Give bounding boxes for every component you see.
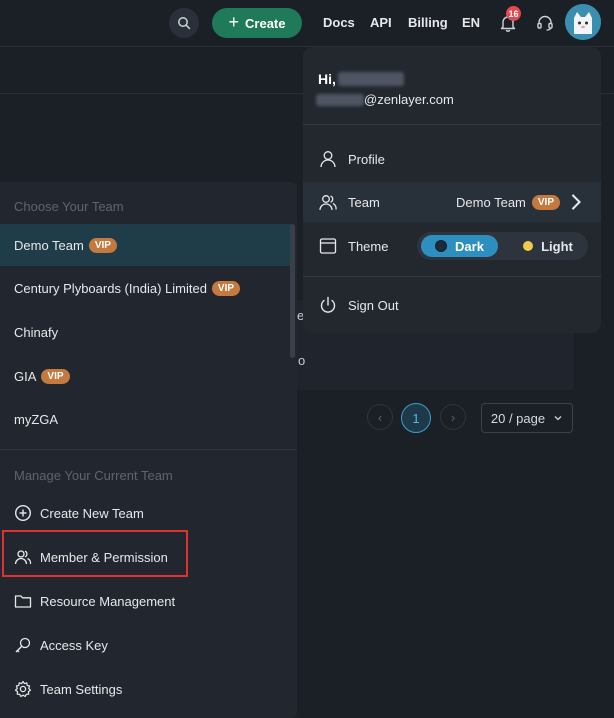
team-switcher-panel: Choose Your Team Demo Team VIP Century P… xyxy=(0,182,297,718)
notification-count-badge: 16 xyxy=(506,6,521,21)
team-settings-button[interactable]: Team Settings xyxy=(14,678,122,700)
menu-divider xyxy=(303,124,601,125)
team-option-label: Demo Team xyxy=(14,237,84,253)
team-label: Team xyxy=(348,194,380,210)
greeting: Hi, xyxy=(318,71,336,87)
headset-icon xyxy=(537,15,553,31)
page-size-value: 20 / page xyxy=(490,410,546,426)
cat-avatar-icon xyxy=(565,4,601,40)
next-page-button[interactable]: › xyxy=(440,404,466,430)
team-option-chinafy[interactable]: Chinafy xyxy=(0,311,297,353)
background-row-text: o xyxy=(298,353,306,368)
sign-out-menu-item[interactable]: Sign Out xyxy=(303,285,601,325)
user-dropdown-menu: Hi, @zenlayer.com Profile Team Demo Team… xyxy=(303,47,601,333)
key-icon xyxy=(15,637,31,653)
profile-menu-item[interactable]: Profile xyxy=(303,139,601,179)
sign-out-label: Sign Out xyxy=(348,297,399,313)
top-navigation-bar: + Create Docs API Billing EN 16 xyxy=(0,0,614,46)
moon-icon xyxy=(435,240,448,252)
vip-badge: VIP xyxy=(531,194,560,210)
profile-label: Profile xyxy=(348,151,385,167)
manage-item-label: Create New Team xyxy=(40,505,144,521)
current-team-name: Demo Team xyxy=(456,194,526,210)
page-number-button[interactable]: 1 xyxy=(401,403,431,433)
user-avatar[interactable] xyxy=(565,4,601,40)
nav-billing-link[interactable]: Billing xyxy=(408,15,448,30)
create-new-team-button[interactable]: Create New Team xyxy=(14,502,144,524)
window-icon xyxy=(319,238,337,254)
team-option-gia[interactable]: GIA VIP xyxy=(0,355,297,397)
vip-badge: VIP xyxy=(211,280,241,296)
access-key-button[interactable]: Access Key xyxy=(14,634,108,656)
current-team-indicator: Demo Team VIP xyxy=(456,192,586,212)
manage-item-label: Access Key xyxy=(40,637,108,653)
menu-divider xyxy=(303,276,601,277)
theme-dark-option[interactable]: Dark xyxy=(421,235,498,257)
search-button[interactable] xyxy=(169,8,199,38)
chevron-left-icon: ‹ xyxy=(377,409,383,425)
team-option-label: Chinafy xyxy=(14,324,59,340)
team-option-myzga[interactable]: myZGA xyxy=(0,398,297,440)
create-button[interactable]: + Create xyxy=(212,8,302,38)
chevron-right-icon xyxy=(571,194,581,210)
user-icon xyxy=(320,151,336,168)
plus-circle-icon xyxy=(14,504,32,522)
language-selector[interactable]: EN xyxy=(462,15,480,30)
theme-light-label: Light xyxy=(541,238,573,254)
manage-team-title: Manage Your Current Team xyxy=(14,468,173,483)
search-icon xyxy=(178,17,191,30)
power-icon xyxy=(320,296,336,313)
page-size-select[interactable]: 20 / page xyxy=(481,403,573,433)
team-option-demo-team[interactable]: Demo Team VIP xyxy=(0,224,291,266)
nav-docs-link[interactable]: Docs xyxy=(323,15,355,30)
resource-management-button[interactable]: Resource Management xyxy=(14,590,175,612)
create-button-label: Create xyxy=(245,15,286,31)
team-list-scrollbar[interactable] xyxy=(290,224,295,358)
team-option-century-plyboards[interactable]: Century Plyboards (India) Limited VIP xyxy=(0,267,297,309)
manage-item-label: Resource Management xyxy=(40,593,176,609)
vip-badge: VIP xyxy=(88,237,117,253)
theme-light-option[interactable]: Light xyxy=(512,235,584,257)
plus-icon: + xyxy=(228,12,240,32)
previous-page-button[interactable]: ‹ xyxy=(367,404,393,430)
highlight-annotation-box xyxy=(2,530,188,577)
redacted-username xyxy=(338,72,404,86)
chevron-right-icon: › xyxy=(450,409,456,425)
choose-team-title: Choose Your Team xyxy=(14,199,124,214)
theme-label: Theme xyxy=(348,238,389,254)
team-menu-item[interactable]: Team Demo Team VIP xyxy=(303,182,601,222)
support-button[interactable] xyxy=(534,12,556,34)
team-option-label: GIA xyxy=(14,368,37,384)
nav-api-link[interactable]: API xyxy=(370,15,392,30)
theme-toggle: Dark Light xyxy=(417,232,588,260)
redacted-email-prefix xyxy=(316,94,364,106)
theme-dark-label: Dark xyxy=(455,238,484,254)
chevron-down-icon xyxy=(554,416,562,421)
folder-icon xyxy=(14,595,32,608)
manage-item-label: Team Settings xyxy=(40,681,123,697)
sun-icon xyxy=(523,241,534,251)
team-option-label: myZGA xyxy=(14,411,59,427)
team-panel-divider xyxy=(0,449,297,450)
users-icon xyxy=(319,195,337,211)
team-option-label: Century Plyboards (India) Limited xyxy=(14,280,207,296)
vip-badge: VIP xyxy=(41,368,70,384)
user-email: @zenlayer.com xyxy=(364,92,454,107)
gear-icon xyxy=(14,680,32,698)
